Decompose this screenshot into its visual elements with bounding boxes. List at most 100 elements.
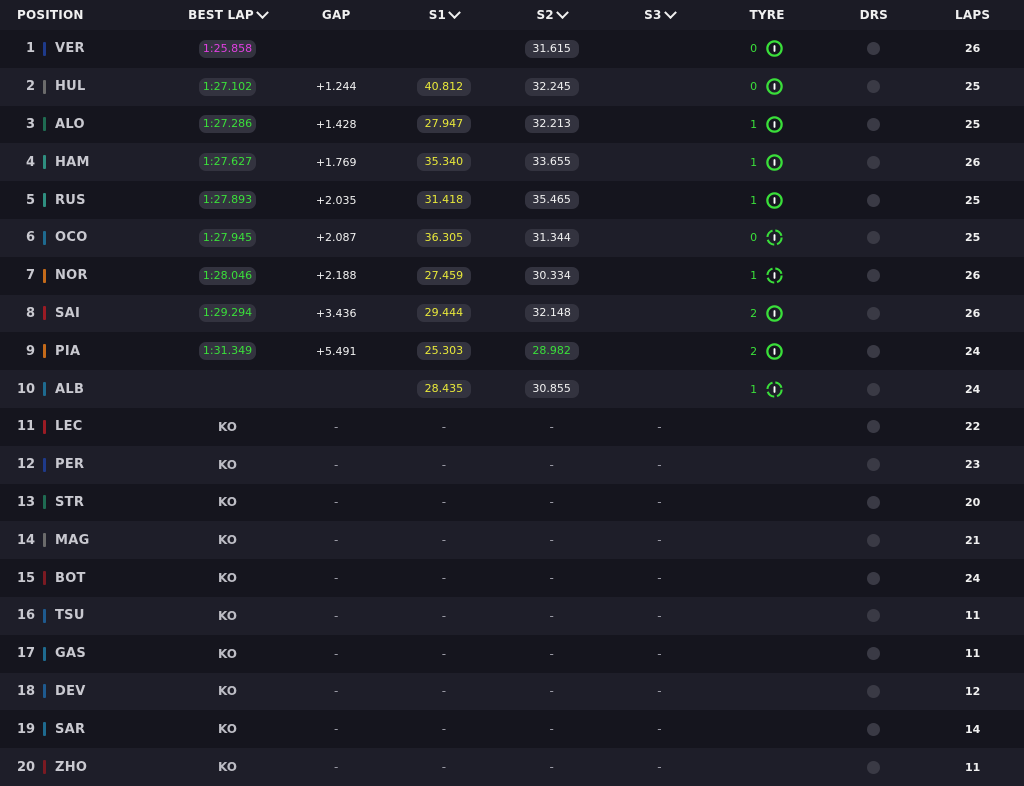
laps-cell: 24 <box>921 383 1024 396</box>
laps-cell: 11 <box>921 647 1024 660</box>
driver-row[interactable]: 8 SAI 1:29.294 +3.436 29.444 32.148 2 26 <box>0 294 1024 333</box>
driver-row[interactable]: 17 GAS KO - - - - 11 <box>0 634 1024 673</box>
driver-code: TSU <box>55 608 85 624</box>
position-number: 15 <box>17 570 36 586</box>
gap-value: +1.244 <box>315 80 357 94</box>
team-color-bar <box>43 41 46 56</box>
driver-row[interactable]: 12 PER KO - - - - 23 <box>0 445 1024 484</box>
drs-cell <box>826 760 921 774</box>
driver-row[interactable]: 1 VER 1:25.858 31.615 0 26 <box>0 30 1024 68</box>
tyre-age: 0 <box>750 42 758 56</box>
drs-indicator-icon <box>867 571 881 585</box>
driver-row[interactable]: 4 HAM 1:27.627 +1.769 35.340 33.655 1 26 <box>0 143 1024 182</box>
tyre-cell: 0 <box>708 39 827 58</box>
driver-code: DEV <box>55 683 86 699</box>
empty-dash: - <box>657 646 662 661</box>
best-lap-time: 1:25.858 <box>198 39 257 58</box>
gap-cell: +2.087 <box>277 231 396 244</box>
laps-cell: 23 <box>921 458 1024 471</box>
driver-row[interactable]: 3 ALO 1:27.286 +1.428 27.947 32.213 1 25 <box>0 105 1024 144</box>
header-s2[interactable]: S2 <box>492 5 611 22</box>
drs-indicator-icon <box>867 42 881 56</box>
s2-cell: - <box>492 609 611 623</box>
team-color-bar <box>43 155 46 170</box>
drs-cell <box>826 571 921 585</box>
header-best-lap[interactable]: BEST LAP <box>178 5 277 22</box>
team-color-bar <box>43 495 46 510</box>
header-s1[interactable]: S1 <box>396 5 493 22</box>
gap-value: +2.087 <box>315 231 357 245</box>
driver-row[interactable]: 5 RUS 1:27.893 +2.035 31.418 35.465 1 25 <box>0 181 1024 219</box>
driver-row[interactable]: 11 LEC KO - - - - 22 <box>0 407 1024 446</box>
s3-cell: - <box>611 533 708 547</box>
driver-row[interactable]: 20 ZHO KO - - - - 11 <box>0 748 1024 786</box>
team-color-bar <box>43 571 46 586</box>
driver-row[interactable]: 6 OCO 1:27.945 +2.087 36.305 31.344 0 25 <box>0 218 1024 257</box>
empty-dash: - <box>549 457 554 472</box>
best-lap-cell: 1:27.286 <box>178 115 277 134</box>
s2-cell: 31.344 <box>492 228 611 247</box>
position-cell: 1 VER <box>0 41 178 56</box>
s2-cell: 30.334 <box>492 266 611 285</box>
driver-code: RUS <box>55 192 86 208</box>
header-laps[interactable]: LAPS <box>921 8 1024 22</box>
position-cell: 8 SAI <box>0 306 178 321</box>
header-drs[interactable]: DRS <box>826 8 921 22</box>
timing-header: POSITION BEST LAP GAP S1 S2 S3 TYRE DRS … <box>0 0 1024 30</box>
driver-row[interactable]: 14 MAG KO - - - - 21 <box>0 521 1024 560</box>
driver-row[interactable]: 9 PIA 1:31.349 +5.491 25.303 28.982 2 24 <box>0 332 1024 371</box>
gap-value: +3.436 <box>315 306 357 320</box>
s3-cell: - <box>611 684 708 698</box>
s1-cell: 31.418 <box>396 191 493 210</box>
drs-indicator-icon <box>867 647 881 661</box>
team-color-bar <box>43 306 46 321</box>
driver-row[interactable]: 19 SAR KO - - - - 14 <box>0 710 1024 749</box>
empty-dash: - <box>657 608 662 623</box>
drs-indicator-icon <box>867 231 881 245</box>
driver-row[interactable]: 7 NOR 1:28.046 +2.188 27.459 30.334 1 26 <box>0 256 1024 295</box>
driver-code: GAS <box>55 646 86 662</box>
s2-cell: 30.855 <box>492 380 611 399</box>
gap-cell: - <box>277 533 396 547</box>
s2-cell: 32.148 <box>492 304 611 323</box>
driver-row[interactable]: 13 STR KO - - - - 20 <box>0 483 1024 522</box>
s1-cell: - <box>396 458 493 472</box>
best-lap-time: 1:27.945 <box>198 228 257 247</box>
empty-dash: - <box>549 646 554 661</box>
position-number: 1 <box>25 41 35 57</box>
driver-row[interactable]: 18 DEV KO - - - - 12 <box>0 672 1024 711</box>
laps-value: 11 <box>964 760 981 774</box>
hard-tyre-icon <box>765 342 784 361</box>
driver-row[interactable]: 16 TSU KO - - - - 11 <box>0 596 1024 635</box>
chevron-down-icon <box>255 5 269 19</box>
position-number: 18 <box>17 683 36 699</box>
position-number: 14 <box>17 532 36 548</box>
best-lap-cell: 1:25.858 <box>178 39 277 58</box>
empty-dash: - <box>441 457 447 472</box>
header-gap[interactable]: GAP <box>277 8 396 22</box>
position-number: 16 <box>17 608 36 624</box>
driver-row[interactable]: 10 ALB 28.435 30.855 1 24 <box>0 370 1024 408</box>
position-cell: 11 LEC <box>0 419 178 434</box>
s2-cell: 32.213 <box>492 115 611 134</box>
tyre-age: 1 <box>750 155 758 169</box>
empty-dash: - <box>549 571 554 586</box>
header-position[interactable]: POSITION <box>0 8 178 22</box>
empty-dash: - <box>657 533 662 548</box>
header-s1-label: S1 <box>428 8 447 22</box>
team-color-bar <box>43 79 46 94</box>
empty-dash: - <box>334 533 339 548</box>
drs-cell <box>826 609 921 623</box>
driver-row[interactable]: 15 BOT KO - - - - 24 <box>0 559 1024 597</box>
best-lap-cell: KO <box>178 722 277 736</box>
driver-code: ALO <box>55 116 85 132</box>
empty-dash: - <box>441 760 447 775</box>
driver-row[interactable]: 2 HUL 1:27.102 +1.244 40.812 32.245 0 25 <box>0 67 1024 106</box>
position-cell: 4 HAM <box>0 155 178 170</box>
intermediate-tyre-icon <box>765 380 784 399</box>
sector-2-time: 32.213 <box>524 115 579 134</box>
header-s3[interactable]: S3 <box>611 5 708 22</box>
gap-cell: - <box>277 420 396 434</box>
drs-indicator-icon <box>867 306 881 320</box>
header-tyre[interactable]: TYRE <box>708 8 827 22</box>
